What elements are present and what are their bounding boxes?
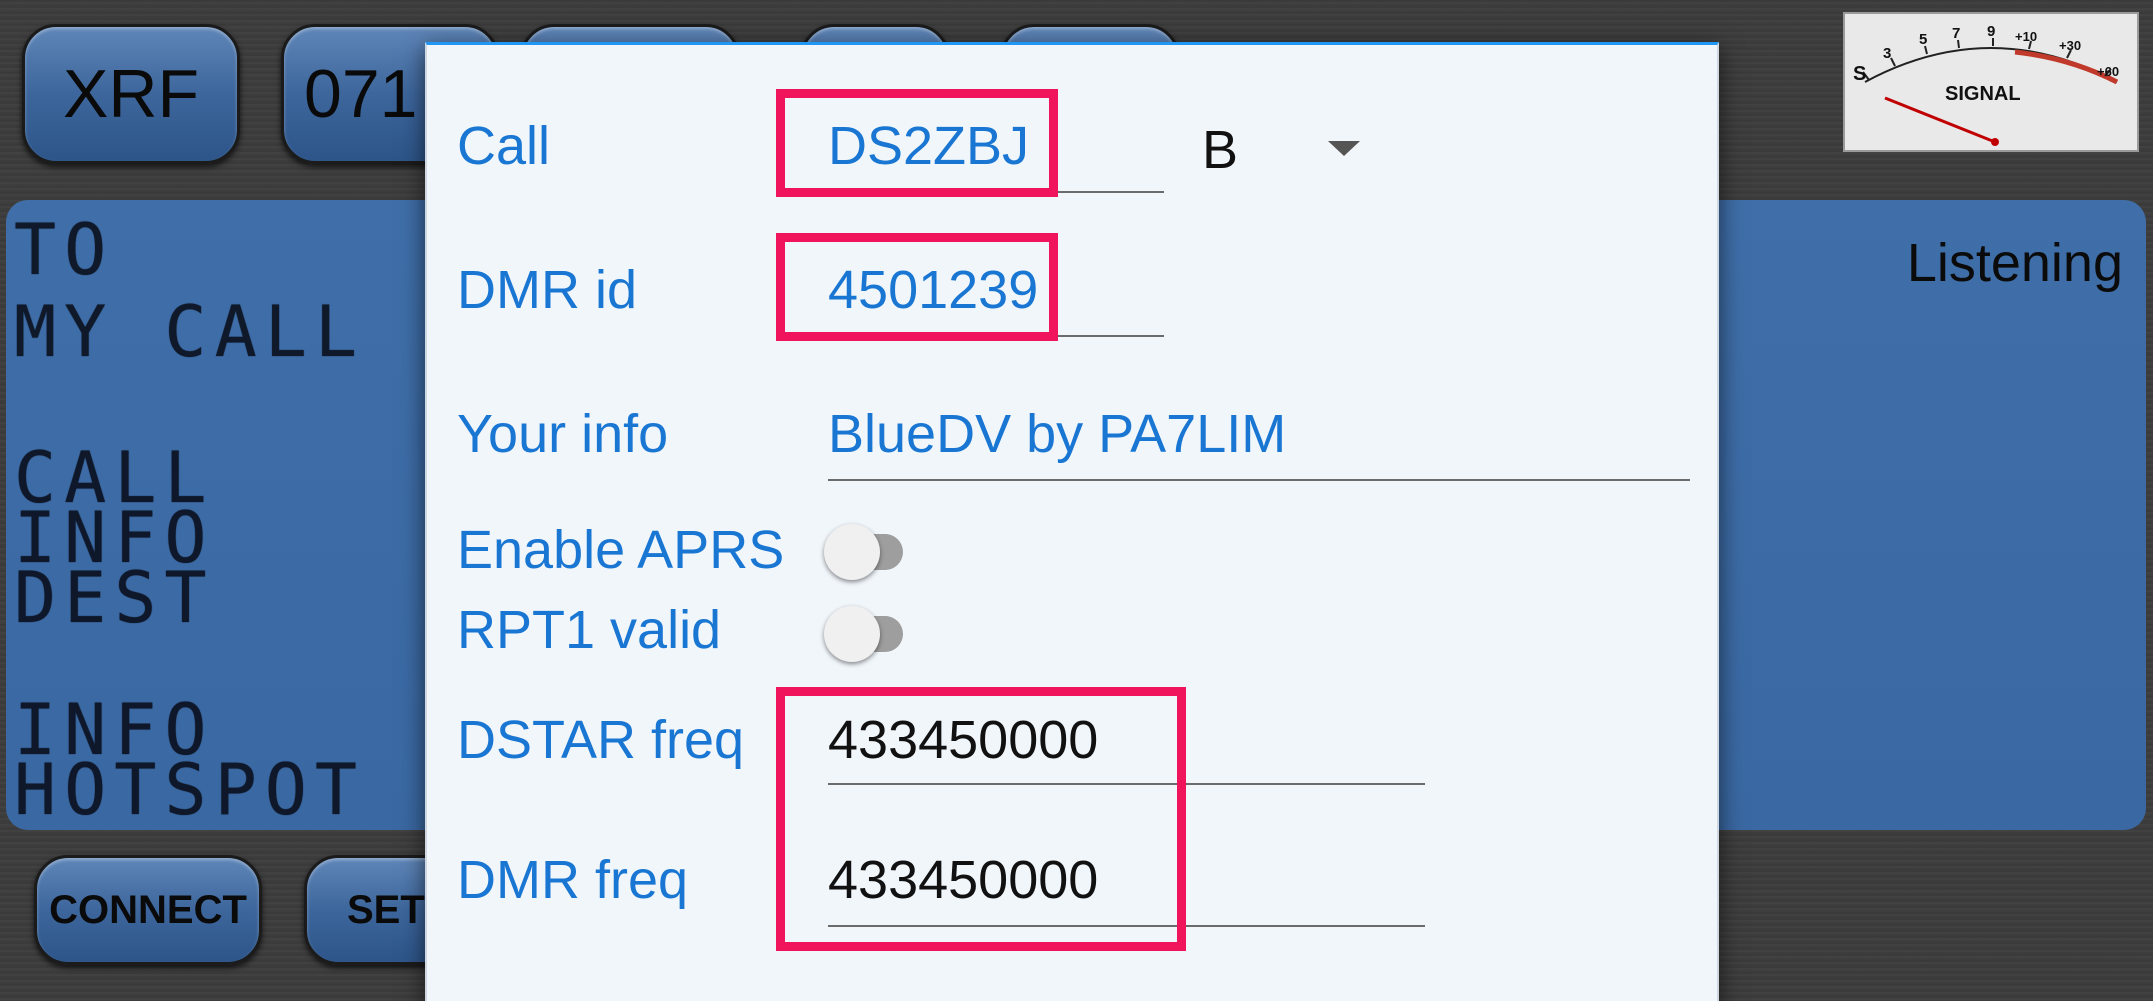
reflector-number-label: 071: [304, 56, 418, 132]
call-highlight-box: [776, 89, 1058, 197]
svg-text:5: 5: [1919, 31, 1927, 48]
module-select[interactable]: B: [1202, 119, 1238, 181]
dmr-freq-label: DMR freq: [457, 850, 689, 910]
enable-aprs-toggle-thumb[interactable]: [824, 524, 880, 580]
svg-text:3: 3: [1883, 45, 1891, 62]
lcd-dest-label: DEST: [14, 557, 215, 639]
your-info-input[interactable]: BlueDV by PA7LIM: [828, 403, 1286, 465]
rpt1-valid-label: RPT1 valid: [457, 600, 722, 660]
dmr-id-highlight-box: [776, 233, 1058, 341]
your-info-label: Your info: [457, 404, 669, 464]
lcd-hotspot-label: HOTSPOT: [14, 749, 366, 831]
freq-highlight-box: [776, 687, 1186, 951]
dmr-id-label: DMR id: [457, 260, 638, 320]
signal-meter: S 3 5 7 9 +10 +30 +60 SIGNAL: [1843, 12, 2139, 152]
svg-text:S: S: [1853, 63, 1866, 85]
settings-dialog: Call DS2ZBJ B DMR id 4501239 Your info B…: [425, 42, 1719, 1001]
dstar-freq-label: DSTAR freq: [457, 710, 745, 770]
svg-text:+10: +10: [2015, 29, 2037, 44]
call-label: Call: [457, 116, 551, 176]
svg-text:SIGNAL: SIGNAL: [1945, 83, 2021, 105]
reflector-type-label: XRF: [63, 56, 199, 132]
your-info-underline: [828, 479, 1690, 481]
svg-text:7: 7: [1952, 25, 1960, 42]
chevron-down-icon[interactable]: [1328, 141, 1360, 156]
status-text: Listening: [1906, 233, 2123, 293]
reflector-type-button[interactable]: XRF: [22, 24, 240, 164]
connect-button-label: CONNECT: [49, 887, 247, 932]
svg-text:+30: +30: [2059, 38, 2081, 53]
svg-text:9: 9: [1987, 23, 1995, 40]
enable-aprs-label: Enable APRS: [457, 520, 785, 580]
rpt1-valid-toggle-thumb[interactable]: [824, 606, 880, 662]
settings-button-label: SET: [347, 887, 425, 932]
connect-button[interactable]: CONNECT: [34, 855, 262, 965]
signal-meter-gauge: S 3 5 7 9 +10 +30 +60 SIGNAL: [1853, 23, 2119, 146]
lcd-mycall-label: MY CALL: [14, 291, 366, 373]
lcd-to-label: TO: [14, 209, 115, 291]
svg-text:+60: +60: [2097, 64, 2119, 79]
